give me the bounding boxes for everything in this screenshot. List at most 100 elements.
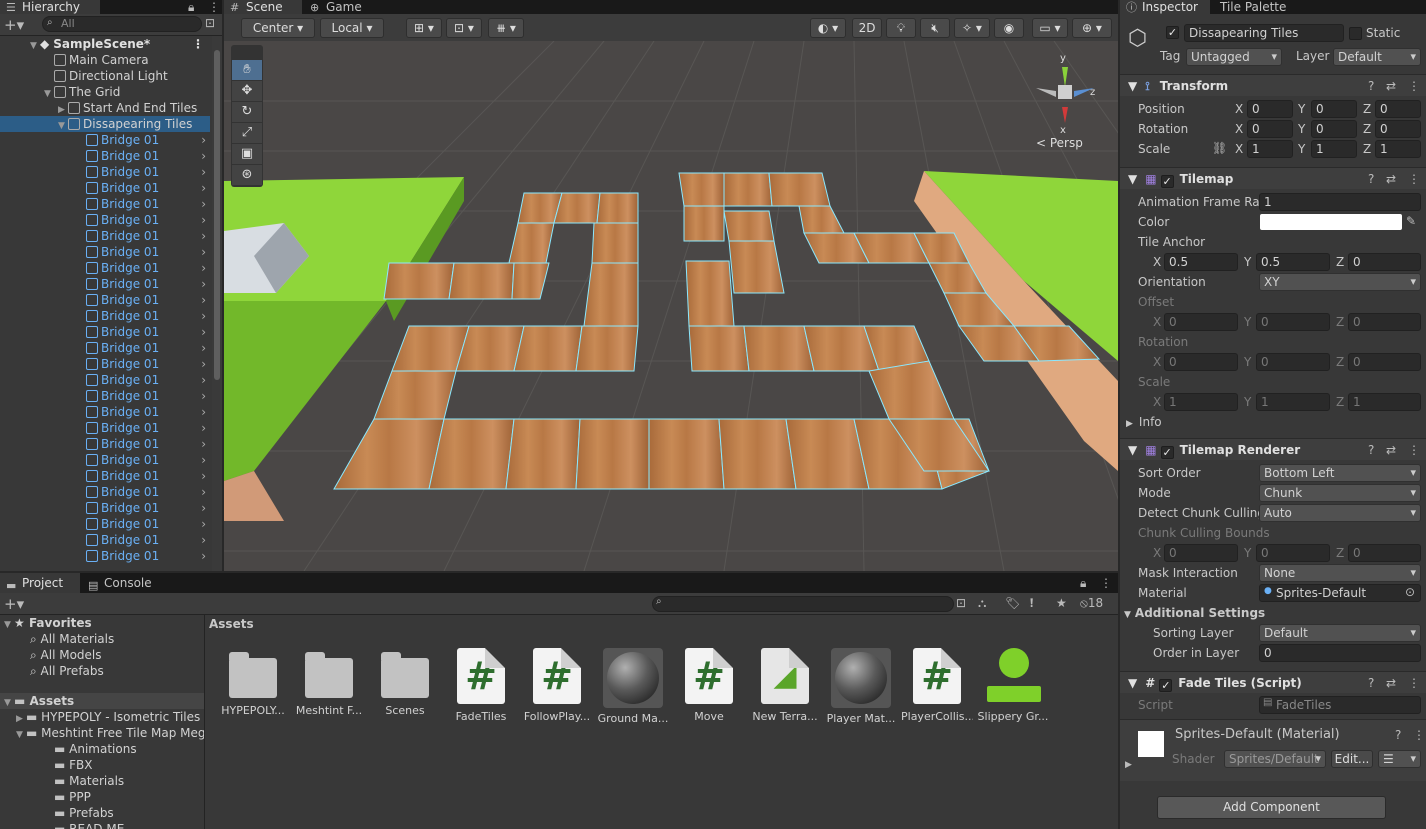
project-search-input[interactable] [652, 596, 954, 612]
object-name-field[interactable]: Dissapearing Tiles [1184, 24, 1344, 42]
scrollbar-thumb[interactable] [214, 50, 220, 380]
prefab-chevron-icon[interactable]: › [201, 196, 206, 212]
hierarchy-item[interactable]: ▼ Dissapearing Tiles [0, 116, 210, 132]
prefab-chevron-icon[interactable]: › [201, 484, 206, 500]
prefab-chevron-icon[interactable]: › [201, 532, 206, 548]
tree-folder-item[interactable]: ▶ ▬ HYPEPOLY - Isometric Tiles [0, 709, 204, 725]
hierarchy-child-item[interactable]: Bridge 01 › [0, 276, 210, 292]
hierarchy-child-item[interactable]: Bridge 01 › [0, 452, 210, 468]
hierarchy-child-item[interactable]: Bridge 01 › [0, 308, 210, 324]
eyedropper-icon[interactable]: ✎ [1406, 214, 1416, 228]
tab-console[interactable]: ▤ Console [82, 573, 162, 593]
tab-inspector[interactable]: ⓘ Inspector [1120, 0, 1210, 14]
asset-item[interactable]: Slippery Gr... [977, 648, 1049, 723]
assets-row[interactable]: ▼ ▬ Assets [0, 693, 204, 709]
hierarchy-child-item[interactable]: Bridge 01 › [0, 340, 210, 356]
asset-item[interactable]: # Move [673, 648, 745, 723]
tab-tile-palette[interactable]: Tile Palette [1212, 0, 1312, 14]
preset-icon[interactable]: ⇄ [1386, 79, 1396, 93]
prefab-chevron-icon[interactable]: › [201, 548, 206, 564]
lighting-toggle-icon[interactable]: 💡︎ [886, 18, 916, 38]
tab-game[interactable]: ⊕ Game [304, 0, 374, 14]
help-icon[interactable]: ? [1368, 172, 1374, 186]
hierarchy-item[interactable]: Directional Light [0, 68, 210, 84]
hierarchy-child-item[interactable]: Bridge 01 › [0, 292, 210, 308]
prefab-chevron-icon[interactable]: › [201, 516, 206, 532]
hierarchy-search-input[interactable]: All [42, 16, 202, 32]
rotate-tool-icon[interactable]: ↻ [232, 102, 262, 122]
favorite-star-icon[interactable]: ★ [1056, 596, 1067, 610]
help-icon[interactable]: ? [1368, 676, 1374, 690]
prefab-chevron-icon[interactable]: › [201, 308, 206, 324]
renderer-header[interactable]: ▼ ▦ ✓ Tilemap Renderer [1120, 438, 1426, 460]
asset-item[interactable]: ◢ New Terra... [749, 648, 821, 723]
prefab-chevron-icon[interactable]: › [201, 388, 206, 404]
axis-z-field[interactable]: 0 [1375, 100, 1421, 118]
prefab-chevron-icon[interactable]: › [201, 372, 206, 388]
hierarchy-child-item[interactable]: Bridge 01 › [0, 260, 210, 276]
prefab-chevron-icon[interactable]: › [201, 292, 206, 308]
tree-folder-item[interactable]: ▬ Prefabs [0, 805, 204, 821]
preset-icon[interactable]: ⇄ [1386, 172, 1396, 186]
rect-tool-icon[interactable]: ▣ [232, 144, 262, 164]
component-menu-icon[interactable]: ⋮ [1408, 676, 1420, 690]
asset-item[interactable]: Player Mat... [825, 648, 897, 725]
prefab-chevron-icon[interactable]: › [201, 228, 206, 244]
hierarchy-child-item[interactable]: Bridge 01 › [0, 148, 210, 164]
layer-dropdown[interactable]: Default [1333, 48, 1421, 66]
asset-item[interactable]: HYPEPOLY... [217, 648, 289, 717]
prefab-chevron-icon[interactable]: › [201, 180, 206, 196]
project-menu-icon[interactable]: ⋮ [1100, 576, 1112, 590]
add-icon[interactable]: +▾ [4, 16, 24, 34]
prefab-chevron-icon[interactable]: › [201, 452, 206, 468]
more-menu-icon[interactable]: ⋮ [208, 0, 220, 14]
prefab-chevron-icon[interactable]: › [201, 276, 206, 292]
component-menu-icon[interactable]: ⋮ [1408, 443, 1420, 457]
asset-item[interactable]: # PlayerCollis... [901, 648, 973, 723]
gizmos-dropdown-icon[interactable]: ⊕ ▾ [1072, 18, 1112, 38]
audio-toggle-icon[interactable]: 🔇︎ [920, 18, 950, 38]
prefab-chevron-icon[interactable]: › [201, 212, 206, 228]
axis-x-field[interactable]: 1 [1247, 140, 1293, 158]
hierarchy-child-item[interactable]: Bridge 01 › [0, 468, 210, 484]
lock-icon[interactable]: 🔒︎ [188, 0, 194, 15]
scene-row[interactable]: ▼ ◆ SampleScene* ⋮ [0, 36, 210, 52]
hierarchy-child-item[interactable]: Bridge 01 › [0, 180, 210, 196]
tree-folder-item[interactable]: ▬ READ ME [0, 821, 204, 829]
prefab-chevron-icon[interactable]: › [201, 356, 206, 372]
hidden-count-icon[interactable]: ⦸18 [1080, 596, 1103, 611]
tilemap-header[interactable]: ▼ ▦ ✓ Tilemap [1120, 167, 1426, 189]
prefab-chevron-icon[interactable]: › [201, 420, 206, 436]
hierarchy-child-item[interactable]: Bridge 01 › [0, 548, 210, 564]
project-lock-icon[interactable]: 🔒︎ [1080, 576, 1086, 591]
prefab-chevron-icon[interactable]: › [201, 500, 206, 516]
tab-hierarchy[interactable]: ☰ Hierarchy [0, 0, 100, 14]
scene-viewport[interactable]: y z x < Persp [224, 41, 1118, 571]
tree-folder-item[interactable]: ▬ Materials [0, 773, 204, 789]
renderer-enabled-checkbox[interactable]: ✓ [1160, 446, 1174, 459]
hierarchy-item[interactable]: Main Camera [0, 52, 210, 68]
object-picker-icon[interactable]: ⊙ [1405, 585, 1415, 599]
move-tool-icon[interactable]: ✥ [232, 81, 262, 101]
toggle-2d-button[interactable]: 2D [852, 18, 882, 38]
asset-item[interactable]: Ground Ma... [597, 648, 669, 725]
tree-folder-item[interactable]: ▼ ▬ Meshtint Free Tile Map Meg [0, 725, 204, 741]
prefab-chevron-icon[interactable]: › [201, 436, 206, 452]
prefab-chevron-icon[interactable]: › [201, 340, 206, 356]
pivot-dropdown[interactable]: Center ▾ [241, 18, 315, 38]
hierarchy-child-item[interactable]: Bridge 01 › [0, 132, 210, 148]
axis-z-field[interactable]: 0 [1375, 120, 1421, 138]
hierarchy-child-item[interactable]: Bridge 01 › [0, 196, 210, 212]
hierarchy-child-item[interactable]: Bridge 01 › [0, 212, 210, 228]
prefab-chevron-icon[interactable]: › [201, 404, 206, 420]
prefab-chevron-icon[interactable]: › [201, 164, 206, 180]
favorite-item[interactable]: ⌕ All Models [0, 647, 204, 663]
asset-item[interactable]: # FadeTiles [445, 648, 517, 723]
info-foldout[interactable]: ▶ Info [1126, 414, 1162, 432]
object-active-checkbox[interactable]: ✓ [1166, 26, 1179, 39]
tag-dropdown[interactable]: Untagged [1186, 48, 1282, 66]
tree-folder-item[interactable]: ▬ PPP [0, 789, 204, 805]
hierarchy-child-item[interactable]: Bridge 01 › [0, 404, 210, 420]
color-swatch[interactable] [1260, 214, 1402, 230]
asset-item[interactable]: # FollowPlay... [521, 648, 593, 723]
